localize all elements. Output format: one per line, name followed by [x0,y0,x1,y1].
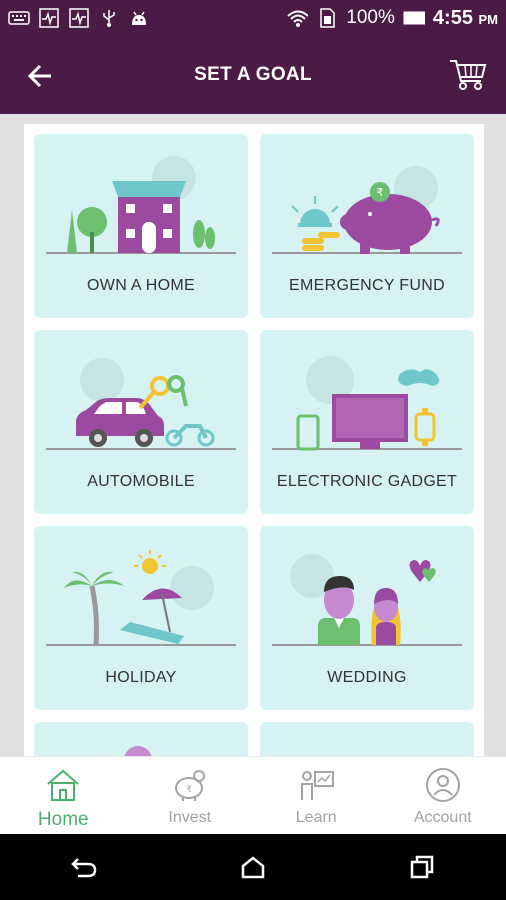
battery-percent: 100% [346,7,395,28]
nav-invest[interactable]: ₹ Invest [127,757,254,834]
learn-icon [296,765,336,805]
app-bar: SET A GOAL [0,36,506,114]
goal-card-automobile[interactable]: AUTOMOBILE [34,330,248,514]
goal-card-wedding[interactable]: WEDDING [260,526,474,710]
goal-illustration-icon [124,746,152,756]
piggy-bank-icon: ₹ [272,166,462,254]
house-icon [46,156,236,254]
back-icon [71,858,97,878]
activity-icon [38,8,60,28]
nav-learn[interactable]: Learn [253,757,380,834]
account-icon [423,765,463,805]
goal-card-electronic-gadget[interactable]: ELECTRONIC GADGET [260,330,474,514]
nav-home-label: Home [37,809,89,830]
tv-icon [272,356,462,451]
keyboard-icon [8,8,30,28]
goal-label: OWN A HOME [87,277,195,294]
beach-icon [46,550,236,646]
clock-ampm: PM [478,11,499,27]
svg-text:₹: ₹ [186,785,192,795]
goal-label: ELECTRONIC GADGET [276,473,458,490]
goal-card-holiday[interactable]: HOLIDAY [34,526,248,710]
bottom-navigation: Home ₹ Invest Learn Account [0,756,506,834]
goal-label: HOLIDAY [105,669,177,686]
goal-card-partial[interactable] [260,722,474,756]
wifi-icon [286,8,309,28]
clock-time: 4:55 [432,6,473,29]
car-icon [46,358,236,450]
page-title: SET A GOAL [194,64,312,85]
android-icon [128,8,150,28]
system-home-button[interactable] [228,842,278,892]
nav-account-label: Account [413,809,472,826]
back-button[interactable] [22,58,58,94]
activity-icon-2 [68,8,90,28]
system-back-button[interactable] [59,842,109,892]
cart-icon [450,60,487,90]
arrow-left-icon [27,64,51,88]
nav-invest-label: Invest [168,809,212,826]
invest-icon: ₹ [170,765,210,805]
system-recents-button[interactable] [397,842,447,892]
goal-card-emergency-fund[interactable]: ₹ EMERGENCY FUND [260,134,474,318]
couple-icon [272,554,462,646]
goal-label: WEDDING [327,669,407,686]
home-outline-icon [241,856,265,879]
cart-button[interactable] [448,54,488,94]
system-navigation [0,834,506,900]
goals-grid: OWN A HOME ₹ EMERGENCY FUND AUTOMOBILE E… [24,124,484,756]
usb-icon [98,8,120,28]
goal-card-own-a-home[interactable]: OWN A HOME [34,134,248,318]
sim-icon [316,8,338,28]
home-icon [43,765,83,805]
recents-icon [410,855,433,879]
goal-label: EMERGENCY FUND [289,277,445,294]
nav-learn-label: Learn [295,809,337,826]
battery-icon [403,8,425,28]
svg-text:₹: ₹ [377,186,384,199]
goal-label: AUTOMOBILE [87,473,195,490]
nav-home[interactable]: Home [0,757,127,834]
goal-card-partial[interactable] [34,722,248,756]
nav-account[interactable]: Account [380,757,506,834]
status-bar: 100% 4:55 PM [0,0,506,36]
